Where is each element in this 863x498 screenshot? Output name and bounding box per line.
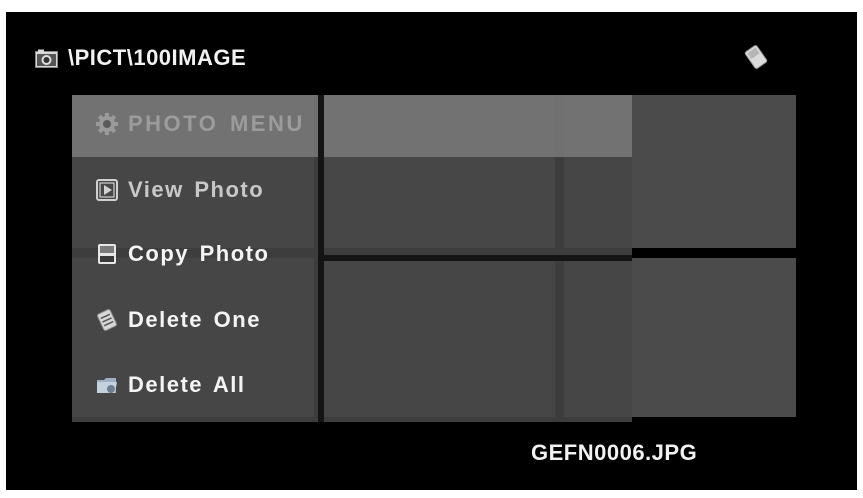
gear-icon (96, 113, 118, 135)
card-copy-icon (98, 244, 116, 264)
folder-path: \PICT\100IMAGE (68, 45, 247, 70)
menu-item-label: Delete One (128, 307, 261, 332)
header-bar: \PICT\100IMAGE (35, 44, 246, 72)
play-icon (96, 179, 118, 201)
delete-one-icon (97, 309, 117, 331)
menu-item-delete-all[interactable]: Delete All (96, 370, 245, 400)
memory-card-icon (744, 45, 768, 69)
menu-item-label: Copy Photo (128, 241, 270, 266)
photo-menu-title-label: PHOTO MENU (128, 111, 305, 136)
photo-viewer-screen: \PICT\100IMAGE PHOTO MENU View Photo Cop… (6, 12, 857, 490)
current-filename: GEFN0006.JPG (531, 440, 698, 465)
menu-item-delete-one[interactable]: Delete One (96, 305, 261, 335)
folder-delete-icon (97, 378, 117, 393)
menu-item-label: Delete All (128, 372, 246, 397)
photo-menu-title: PHOTO MENU (96, 109, 305, 139)
menu-item-label: View Photo (128, 177, 265, 202)
menu-item-view-photo[interactable]: View Photo (96, 175, 264, 205)
menu-item-copy-photo[interactable]: Copy Photo (96, 239, 269, 269)
camera-icon (35, 49, 58, 68)
menu-divider-horizontal (324, 255, 632, 261)
